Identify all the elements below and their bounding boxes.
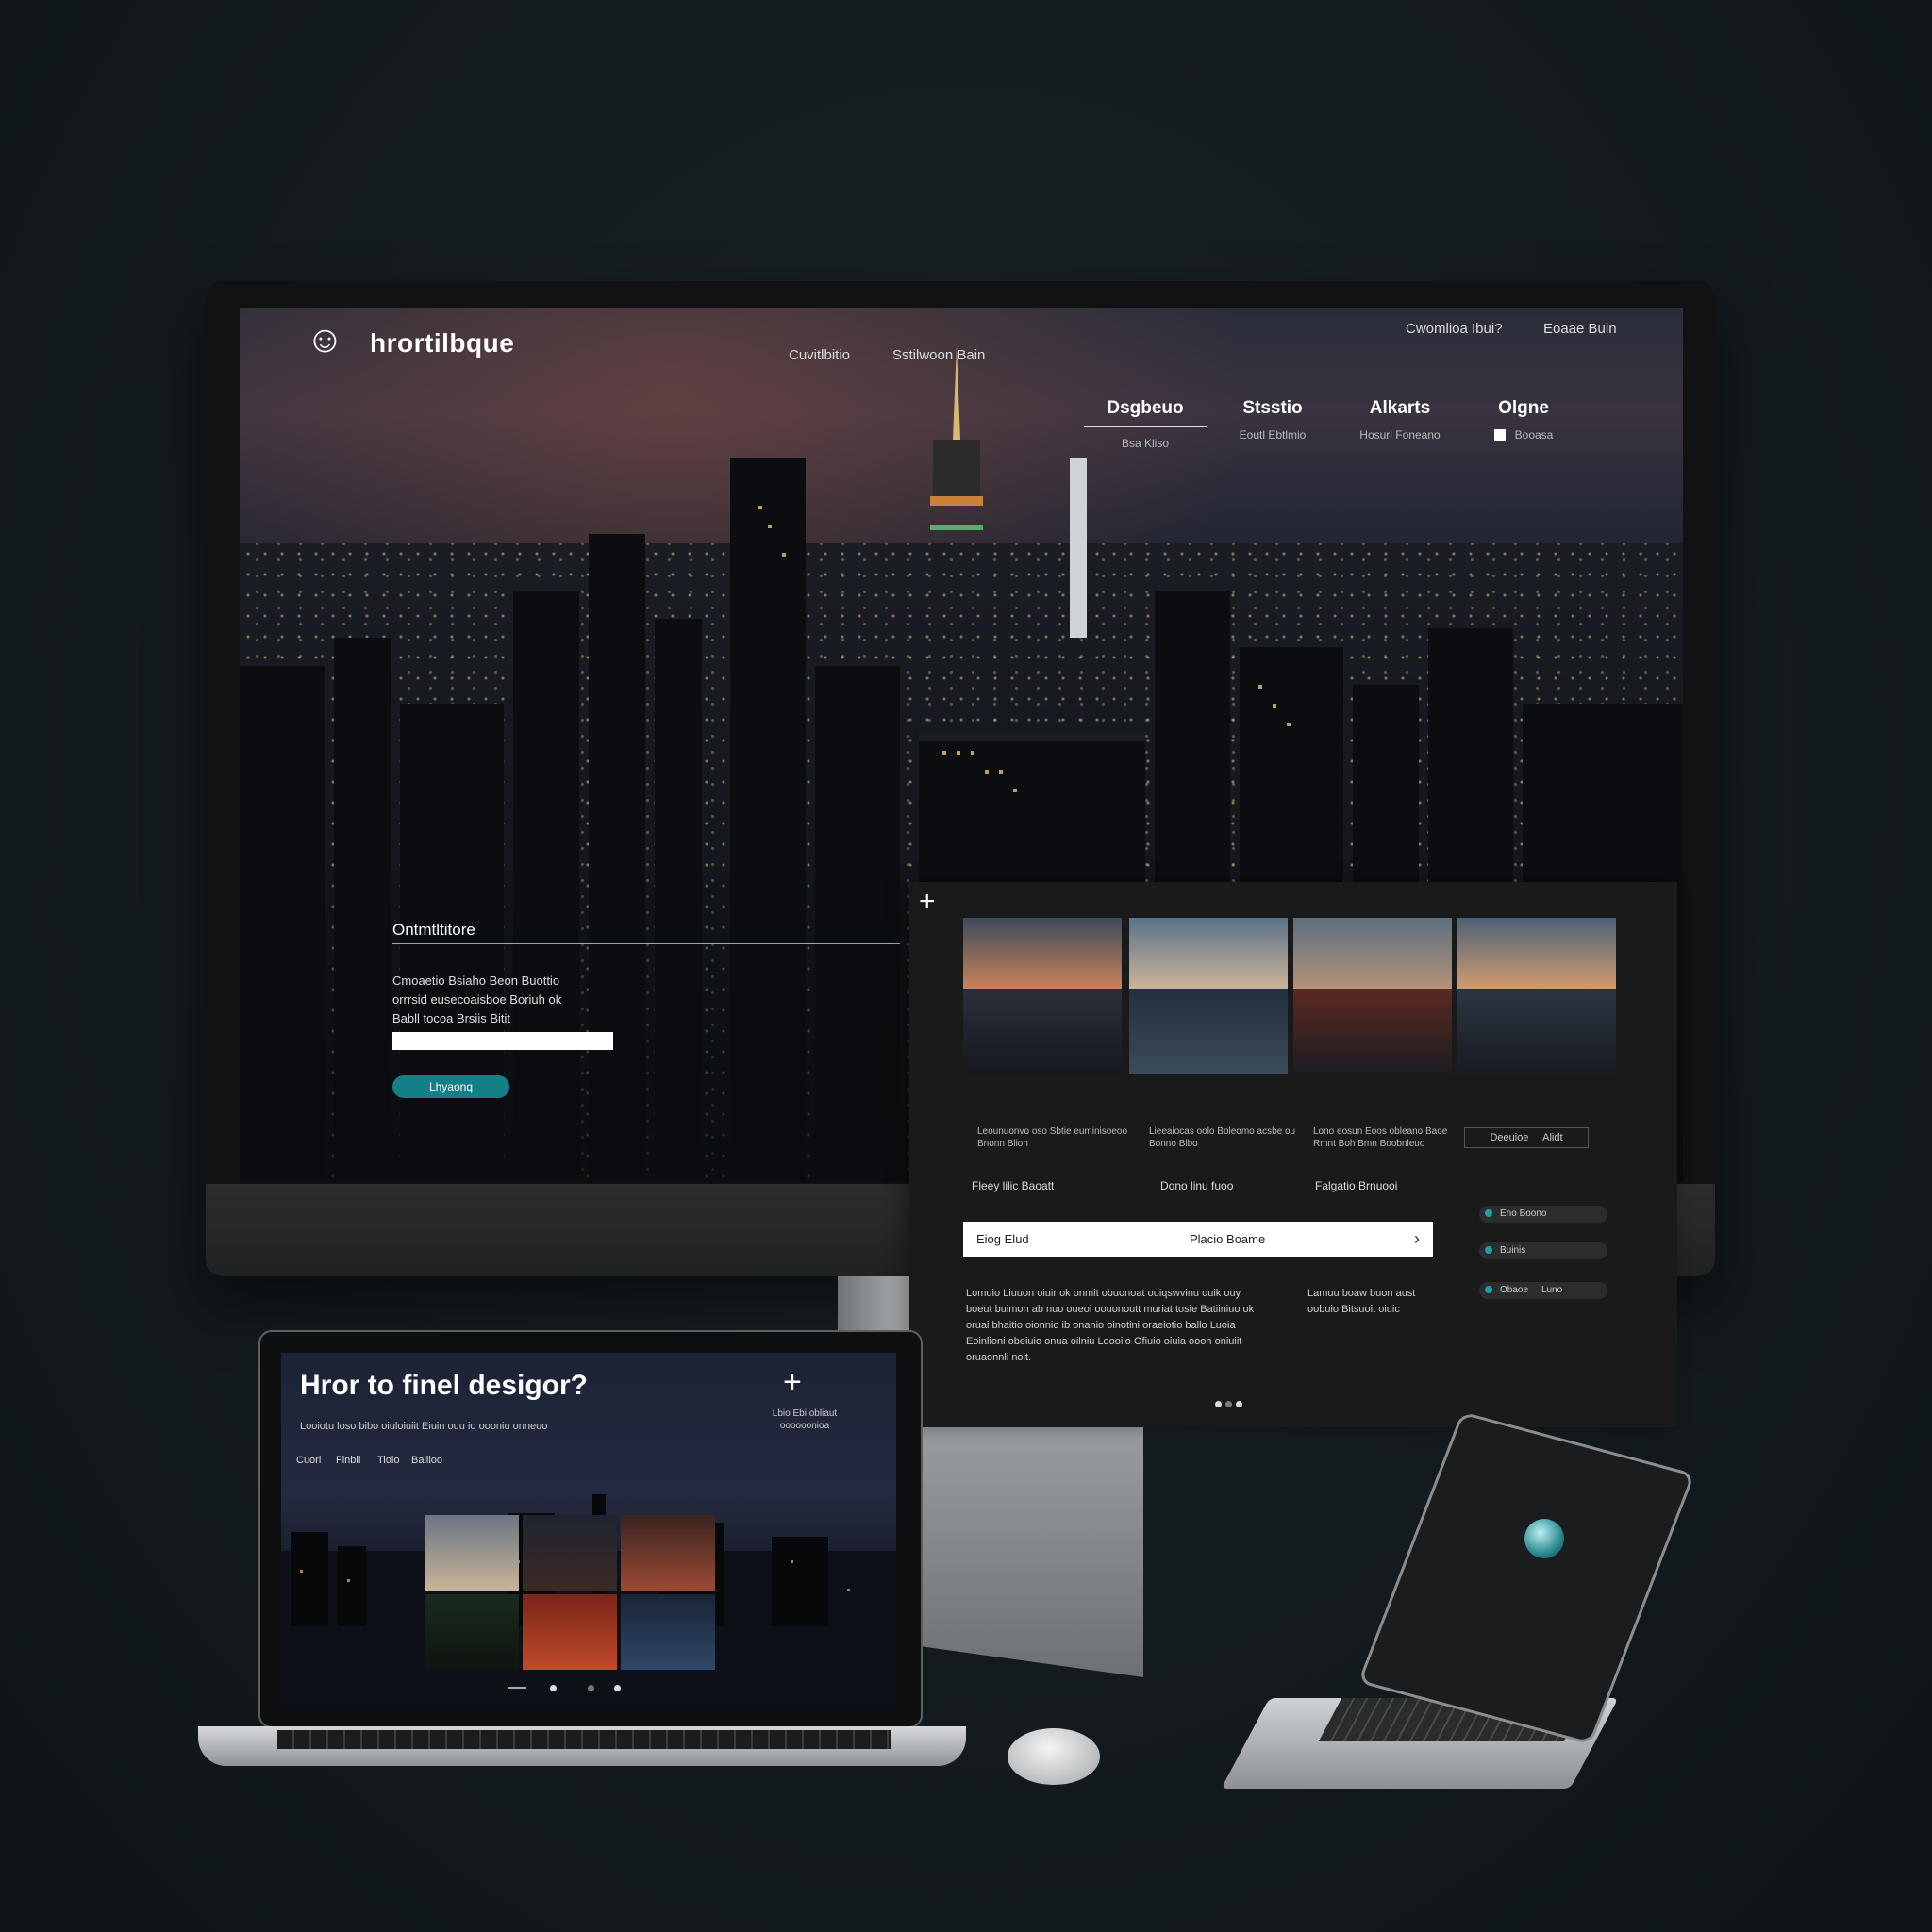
mouse xyxy=(1008,1728,1100,1785)
status-dot-icon xyxy=(1485,1209,1492,1217)
laptop-nav-1[interactable]: Cuorl xyxy=(296,1455,321,1466)
tab-2[interactable]: Stsstio Eoutl Ebtlmio xyxy=(1211,398,1334,441)
plus-icon[interactable]: + xyxy=(783,1364,802,1401)
contact-line: Babll tocoa Brsiis Bitit xyxy=(392,1011,510,1025)
tab-3[interactable]: Alkarts Hosurl Foneano xyxy=(1339,398,1461,441)
toggle-pill-2[interactable]: Buinis xyxy=(1479,1242,1607,1259)
status-dot-icon xyxy=(1485,1286,1492,1293)
tab-title: Olgne xyxy=(1498,398,1549,418)
laptop-thumb-2[interactable] xyxy=(523,1515,617,1591)
gallery-thumb-2[interactable] xyxy=(1129,918,1288,1074)
laptop-nav-2[interactable]: Finbil xyxy=(336,1455,360,1466)
tab-title: Alkarts xyxy=(1369,398,1431,418)
divider xyxy=(392,943,900,944)
laptop-thumb-4[interactable] xyxy=(425,1594,519,1670)
tab-subtitle: Booasa xyxy=(1462,428,1585,441)
contact-line: Cmoaetio Bsiaho Beon Buottio xyxy=(392,974,560,988)
laptop-thumb-5[interactable] xyxy=(523,1594,617,1670)
laptop-screen: Hror to finel desigor? Looiotu loso bibo… xyxy=(281,1353,896,1707)
search-middle-label: Placio Boame xyxy=(1190,1232,1266,1246)
laptop-thumb-1[interactable] xyxy=(425,1515,519,1591)
laptop-thumb-3[interactable] xyxy=(621,1515,715,1591)
tab-subtitle: Eoutl Ebtlmio xyxy=(1239,428,1307,441)
carousel-pager[interactable] xyxy=(1213,1395,1244,1412)
gallery-thumb-4[interactable] xyxy=(1457,918,1616,1074)
contact-input[interactable] xyxy=(392,1032,613,1050)
plus-caption: Lbio Ebi obliaut oooooonioa xyxy=(772,1408,838,1431)
filter-right: Alidt xyxy=(1542,1132,1563,1143)
tablet-screen xyxy=(1357,1411,1695,1745)
header-link-1[interactable]: Cwomlioa Ibui? xyxy=(1406,321,1503,337)
laptop-pager[interactable] xyxy=(508,1685,658,1692)
orb-icon xyxy=(1524,1519,1564,1558)
brand-name: hrortilbque xyxy=(370,328,515,358)
logo-icon: ☺ xyxy=(306,319,344,360)
contact-title: Ontmtltitore xyxy=(392,921,475,939)
toggle-pill-1[interactable]: Eno Boono xyxy=(1479,1206,1607,1223)
nav-link-1[interactable]: Cuvitlbitio xyxy=(789,347,850,363)
laptop-nav-3[interactable]: Tiolo xyxy=(377,1455,399,1466)
filter-button[interactable]: Deeuioe Alidt xyxy=(1464,1127,1589,1148)
laptop-nav-4[interactable]: Baiiloo xyxy=(411,1455,442,1466)
caption-3: Lono eosun Eoos obleano Baoe Rmnt Boh Bm… xyxy=(1313,1126,1448,1149)
laptop-keyboard xyxy=(277,1730,891,1749)
nav-link-2[interactable]: Sstilwoon Bain xyxy=(892,347,985,363)
contact-line: orrrsid eusecoaisboe Boriuh ok xyxy=(392,992,562,1007)
tab-1[interactable]: Dsgbeuo Bsa Kliso xyxy=(1084,398,1207,450)
sub-label-3: Falgatio Brnuooi xyxy=(1315,1179,1398,1192)
caption-2: Lieeaiocas oolo Boleomo acsbe ou Bonno B… xyxy=(1149,1126,1296,1149)
gallery-thumb-1[interactable] xyxy=(963,918,1122,1074)
tab-subtitle: Bsa Kliso xyxy=(1121,437,1170,450)
laptop-thumb-6[interactable] xyxy=(621,1594,715,1670)
tab-4[interactable]: Olgne Booasa xyxy=(1462,398,1585,441)
caption-1: Leounuonvo oso Sbtie euminisoeoo Bnonn B… xyxy=(977,1126,1128,1149)
header-link-2[interactable]: Eoaae Buin xyxy=(1543,321,1617,337)
contact-text: Cmoaetio Bsiaho Beon Buottio orrrsid eus… xyxy=(392,972,619,1028)
checkbox[interactable] xyxy=(1493,429,1506,441)
laptop-subtitle: Looiotu loso bibo oiuloiuiit Eiuin ouu i… xyxy=(300,1421,548,1432)
tab-title: Dsgbeuo xyxy=(1084,398,1207,427)
sub-label-2: Dono linu fuoo xyxy=(1160,1179,1234,1192)
chevron-right-icon[interactable]: › xyxy=(1414,1229,1420,1249)
toggle-pill-3[interactable]: Obaoe Luno xyxy=(1479,1282,1607,1299)
plus-icon[interactable]: + xyxy=(919,888,936,916)
body-paragraph: Lomuio Liuuon oiuir ok onmit obuonoat ou… xyxy=(966,1288,1255,1363)
sub-label-1: Fleey lilic Baoatt xyxy=(972,1179,1055,1192)
side-paragraph: Lamuu boaw buon aust oobuio Bitsuoit oiu… xyxy=(1307,1288,1416,1315)
tab-subtitle: Hosurl Foneano xyxy=(1359,428,1441,441)
tab-title: Stsstio xyxy=(1242,398,1303,418)
status-dot-icon xyxy=(1485,1246,1492,1254)
gallery-panel: + Leounuonvo oso Sbtie euminisoeoo Bnonn… xyxy=(909,882,1677,1427)
search-left-label: Eiog Elud xyxy=(976,1232,1029,1246)
gallery-thumb-3[interactable] xyxy=(1293,918,1452,1074)
laptop-headline: Hror to finel desigor? xyxy=(300,1370,589,1401)
filter-left: Deeuioe xyxy=(1490,1132,1529,1143)
submit-button[interactable]: Lhyaonq xyxy=(392,1075,509,1098)
search-bar[interactable]: Eiog Elud Placio Boame › xyxy=(963,1222,1433,1257)
monitor-foot xyxy=(917,1415,1143,1677)
